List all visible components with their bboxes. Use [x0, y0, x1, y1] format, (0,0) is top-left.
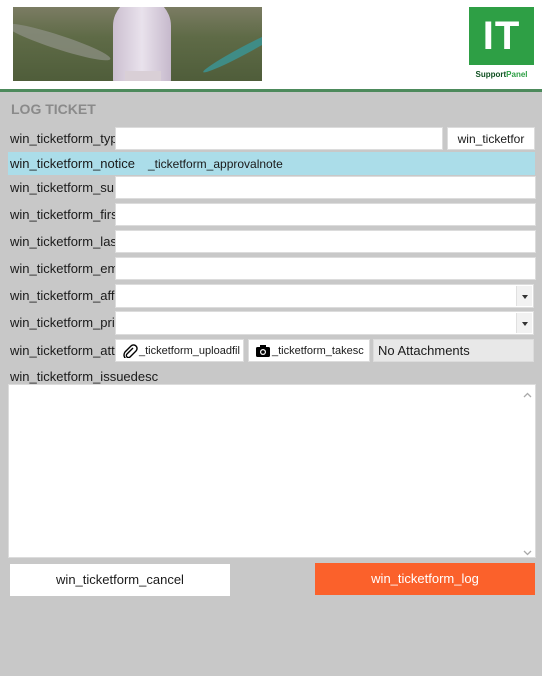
last-name-field[interactable] [115, 230, 536, 253]
cancel-button[interactable]: win_ticketform_cancel [10, 564, 230, 596]
notice-text: _ticketform_approvalnote [148, 157, 283, 171]
subject-row: win_ticketform_su [0, 176, 542, 200]
subject-label: win_ticketform_su [10, 180, 115, 195]
scroll-down-icon[interactable] [523, 545, 532, 556]
scrollbar[interactable] [520, 385, 535, 557]
upload-file-label: _ticketform_uploadfil [139, 345, 240, 357]
log-ticket-button[interactable]: win_ticketform_log [315, 563, 535, 595]
type-button[interactable]: win_ticketfor [447, 127, 535, 150]
email-field[interactable] [115, 257, 536, 280]
priority-row: win_ticketform_pri [0, 311, 542, 335]
email-label: win_ticketform_em [10, 261, 115, 276]
upload-file-button[interactable]: _ticketform_uploadfil [115, 339, 244, 362]
first-name-row: win_ticketform_firs [0, 203, 542, 227]
type-field[interactable] [115, 127, 443, 150]
camera-icon [255, 344, 271, 358]
affected-label: win_ticketform_aff [10, 288, 115, 303]
attachments-label: win_ticketform_att [10, 343, 115, 358]
chevron-down-icon[interactable] [516, 286, 532, 306]
priority-select[interactable] [115, 311, 534, 335]
priority-label: win_ticketform_pri [10, 315, 115, 330]
header: IT SupportPanel [0, 0, 542, 89]
notice-label: win_ticketform_notice [10, 156, 135, 171]
email-row: win_ticketform_em [0, 257, 542, 281]
subject-field[interactable] [115, 176, 536, 199]
banner-image [13, 7, 262, 81]
last-name-row: win_ticketform_las [0, 230, 542, 254]
attachments-status: No Attachments [373, 339, 534, 362]
last-name-label: win_ticketform_las [10, 234, 115, 249]
logo-wordmark: SupportPanel [475, 70, 528, 79]
header-divider [0, 89, 542, 92]
chevron-down-icon[interactable] [516, 313, 532, 333]
approval-notice: win_ticketform_notice _ticketform_approv… [8, 152, 535, 175]
affected-row: win_ticketform_aff [0, 284, 542, 308]
logo-mark: IT [469, 7, 534, 65]
page-title: LOG TICKET [11, 101, 96, 117]
issue-description-textarea[interactable] [8, 384, 536, 558]
take-screenshot-button[interactable]: _ticketform_takesc [248, 339, 370, 362]
first-name-field[interactable] [115, 203, 536, 226]
scroll-up-icon[interactable] [523, 388, 532, 398]
paperclip-icon [122, 344, 138, 361]
take-screenshot-label: _ticketform_takesc [272, 345, 364, 357]
issue-description-label: win_ticketform_issuedesc [10, 369, 159, 384]
first-name-label: win_ticketform_firs [10, 207, 115, 222]
type-label: win_ticketform_typ [10, 131, 115, 146]
it-support-panel-logo: IT SupportPanel [469, 7, 534, 80]
affected-select[interactable] [115, 284, 534, 308]
